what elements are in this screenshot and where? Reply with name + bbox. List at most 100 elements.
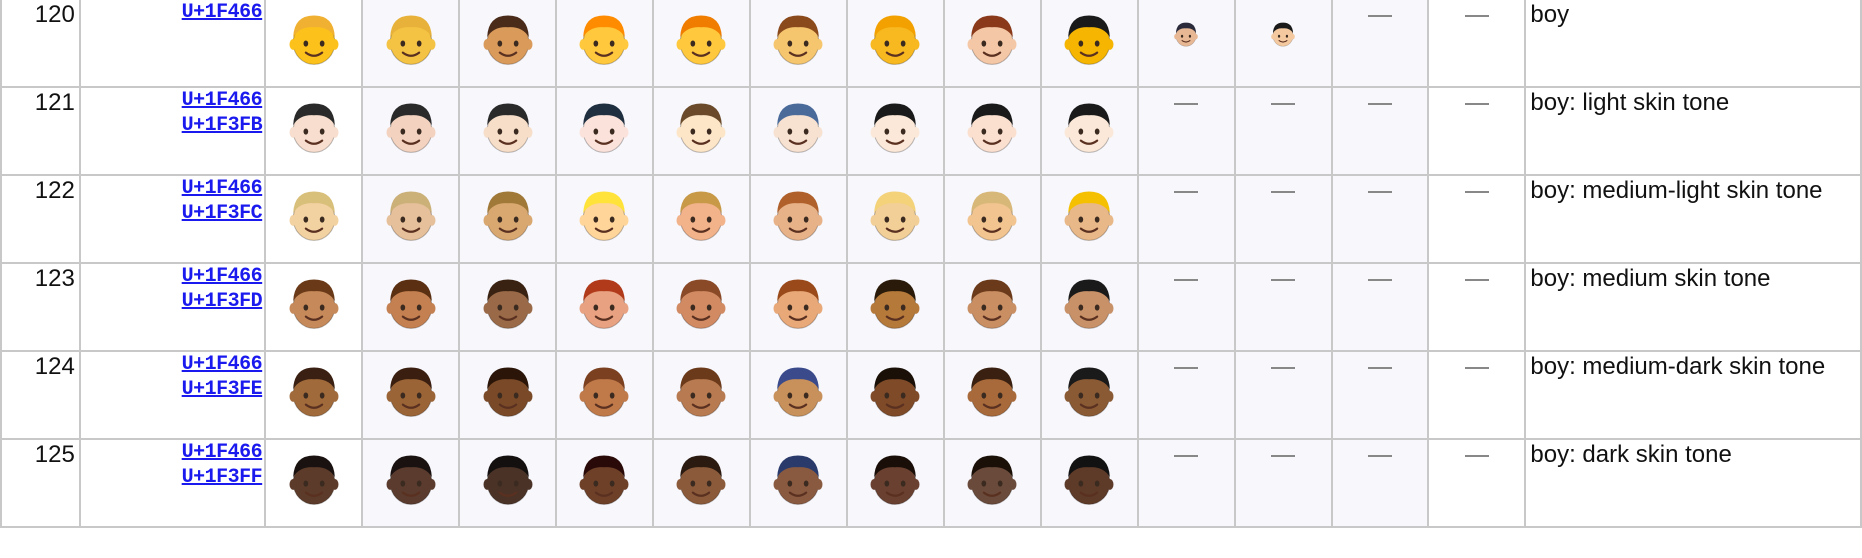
boy-face-icon (266, 98, 361, 161)
vendor-image-cell (942, 174, 1042, 264)
vendor-image-cell (845, 0, 945, 88)
not-available-dash (1464, 279, 1489, 281)
emoji-name: boy (1524, 0, 1862, 88)
vendor-image-cell (264, 262, 364, 352)
vendor-image-cell (1330, 350, 1430, 440)
vendor-image-cell (942, 86, 1042, 176)
vendor-image-cell (361, 350, 461, 440)
row-number: 121 (0, 86, 81, 176)
code-point-link[interactable]: U+1F3FE (81, 377, 263, 402)
vendor-image-cell (1039, 86, 1139, 176)
vendor-image-cell (555, 350, 654, 440)
code-point-link[interactable]: U+1F466 (81, 176, 263, 201)
table-row: 123 U+1F466 U+1F3FD boy: medium skin tone (0, 262, 1862, 352)
boy-face-icon (363, 186, 458, 249)
vendor-image-cell (1136, 86, 1236, 176)
boy-face-icon (848, 450, 943, 513)
boy-face-icon (557, 362, 652, 425)
boy-face-icon (266, 186, 361, 249)
vendor-image-cell (458, 0, 557, 88)
boy-face-small-icon (1139, 20, 1234, 53)
vendor-image-cell (845, 438, 945, 528)
boy-face-icon (460, 98, 555, 161)
boy-face-icon (654, 450, 749, 513)
vendor-image-cell (361, 262, 461, 352)
code-points: U+1F466 U+1F3FE (78, 350, 267, 440)
vendor-image-cell (1427, 350, 1527, 440)
boy-face-icon (945, 362, 1040, 425)
vendor-image-cell (1330, 86, 1430, 176)
vendor-image-cell (555, 438, 654, 528)
boy-face-icon (654, 274, 749, 337)
vendor-image-cell (1136, 438, 1236, 528)
boy-face-icon (266, 274, 361, 337)
boy-face-icon (557, 98, 652, 161)
code-point-link[interactable]: U+1F466 (81, 352, 263, 377)
code-point-link[interactable]: U+1F3FF (81, 465, 263, 490)
vendor-image-cell (1136, 350, 1236, 440)
code-points: U+1F466 (78, 0, 267, 88)
vendor-image-cell (942, 262, 1042, 352)
boy-face-icon (848, 186, 943, 249)
emoji-table: 120 U+1F466 boy 121 U+1F466 U+1F3FB boy: light… (0, 0, 1862, 528)
not-available-dash (1464, 15, 1489, 17)
boy-face-icon (751, 186, 846, 249)
row-number: 120 (0, 0, 81, 88)
not-available-dash (1464, 103, 1489, 105)
vendor-image-cell (845, 350, 945, 440)
not-available-dash (1271, 367, 1296, 369)
boy-face-icon (460, 362, 555, 425)
not-available-dash (1174, 191, 1199, 193)
emoji-name: boy: dark skin tone (1524, 438, 1862, 528)
boy-face-icon (363, 274, 458, 337)
boy-face-icon (654, 186, 749, 249)
vendor-image-cell (748, 0, 848, 88)
not-available-dash (1174, 279, 1199, 281)
code-points: U+1F466 U+1F3FF (78, 438, 267, 528)
vendor-image-cell (555, 262, 654, 352)
code-point-link[interactable]: U+1F466 (81, 440, 263, 465)
vendor-image-cell (1233, 438, 1333, 528)
not-available-dash (1367, 191, 1392, 193)
vendor-image-cell (1039, 438, 1139, 528)
vendor-image-cell (1330, 438, 1430, 528)
code-point-link[interactable]: U+1F466 (81, 88, 263, 113)
boy-face-icon (363, 362, 458, 425)
code-point-link[interactable]: U+1F3FD (81, 289, 263, 314)
code-point-link[interactable]: U+1F3FB (81, 113, 263, 138)
vendor-image-cell (1136, 174, 1236, 264)
vendor-image-cell (1427, 86, 1527, 176)
vendor-image-cell (1427, 0, 1527, 88)
vendor-image-cell (458, 86, 557, 176)
vendor-image-cell (942, 0, 1042, 88)
boy-face-icon (848, 98, 943, 161)
vendor-image-cell (555, 174, 654, 264)
code-point-link[interactable]: U+1F466 (81, 0, 263, 25)
table-row: 120 U+1F466 boy (0, 0, 1862, 88)
vendor-image-cell (942, 438, 1042, 528)
boy-face-icon (654, 10, 749, 73)
boy-face-icon (460, 274, 555, 337)
vendor-image-cell (748, 262, 848, 352)
not-available-dash (1271, 279, 1296, 281)
boy-face-icon (945, 186, 1040, 249)
boy-face-icon (1042, 274, 1137, 337)
boy-face-icon (557, 10, 652, 73)
vendor-image-cell (748, 438, 848, 528)
not-available-dash (1367, 455, 1392, 457)
vendor-image-cell (458, 174, 557, 264)
table-row: 125 U+1F466 U+1F3FF boy: dark skin tone (0, 438, 1862, 528)
boy-face-icon (848, 274, 943, 337)
vendor-image-cell (458, 438, 557, 528)
code-point-link[interactable]: U+1F3FC (81, 201, 263, 226)
vendor-image-cell (264, 438, 364, 528)
vendor-image-cell (651, 438, 751, 528)
boy-face-small-icon (1236, 20, 1331, 53)
code-point-link[interactable]: U+1F466 (81, 264, 263, 289)
vendor-image-cell (845, 262, 945, 352)
vendor-image-cell (555, 86, 654, 176)
vendor-image-cell (845, 174, 945, 264)
vendor-image-cell (264, 350, 364, 440)
emoji-table-body: 120 U+1F466 boy 121 U+1F466 U+1F3FB boy: light… (0, 0, 1862, 528)
vendor-image-cell (1330, 174, 1430, 264)
